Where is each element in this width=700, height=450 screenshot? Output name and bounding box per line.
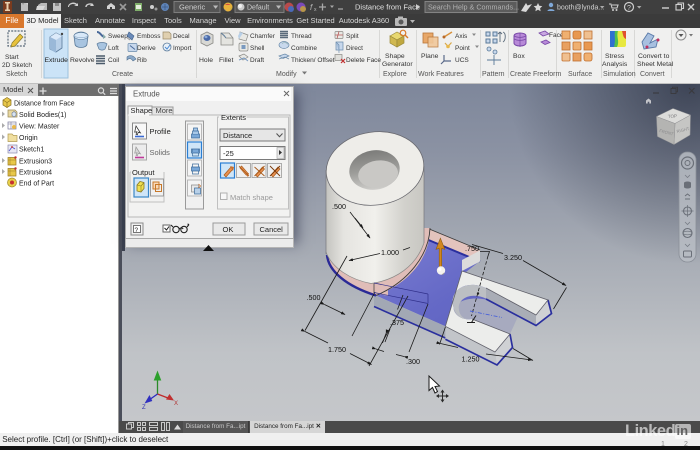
svg-text:More: More bbox=[156, 106, 173, 115]
svg-text:Extrusion3: Extrusion3 bbox=[19, 159, 52, 166]
svg-text:booth@lynda...: booth@lynda... bbox=[557, 5, 604, 12]
svg-text:Thicken/ Offset: Thicken/ Offset bbox=[291, 57, 335, 64]
svg-text:Chamfer: Chamfer bbox=[250, 33, 276, 40]
svg-text:-25: -25 bbox=[223, 149, 234, 158]
svg-text:Sketch: Sketch bbox=[6, 71, 28, 78]
svg-text:Shell: Shell bbox=[250, 45, 265, 52]
svg-text:.500: .500 bbox=[332, 202, 346, 211]
svg-text:Explore: Explore bbox=[383, 71, 407, 78]
svg-text:Create: Create bbox=[112, 71, 133, 78]
svg-text:3.250: 3.250 bbox=[504, 253, 522, 262]
svg-text:Derive: Derive bbox=[137, 45, 156, 52]
svg-text:View: Master: View: Master bbox=[19, 124, 60, 131]
svg-text:Start: Start bbox=[5, 54, 19, 61]
svg-text:Default: Default bbox=[247, 5, 269, 12]
svg-text:Import: Import bbox=[173, 45, 192, 52]
svg-text:Hole: Hole bbox=[199, 57, 213, 64]
svg-text:Loft: Loft bbox=[108, 45, 119, 52]
svg-text:Point: Point bbox=[455, 45, 470, 52]
svg-text:Coil: Coil bbox=[108, 57, 120, 64]
svg-text:Match shape: Match shape bbox=[230, 193, 273, 202]
svg-text:Solid Bodies(1): Solid Bodies(1) bbox=[19, 112, 66, 119]
svg-text:Z: Z bbox=[142, 405, 146, 411]
svg-text:Shape: Shape bbox=[385, 53, 405, 60]
svg-text:Axis: Axis bbox=[455, 33, 468, 40]
svg-text:End of Part: End of Part bbox=[19, 181, 54, 188]
svg-text:Extrude: Extrude bbox=[133, 90, 160, 99]
svg-text:Draft: Draft bbox=[250, 57, 264, 64]
svg-text:Emboss: Emboss bbox=[137, 33, 161, 40]
svg-text:Search Help & Commands...: Search Help & Commands... bbox=[428, 3, 519, 12]
svg-text:Delete Face: Delete Face bbox=[346, 57, 381, 64]
svg-text:Shape: Shape bbox=[131, 106, 153, 115]
svg-text:Distance from Face: Distance from Face bbox=[355, 3, 420, 12]
svg-text:1.250: 1.250 bbox=[462, 355, 480, 364]
svg-text:Extrude: Extrude bbox=[45, 57, 69, 64]
svg-text:Extents: Extents bbox=[221, 113, 246, 122]
svg-text:Stress: Stress bbox=[605, 53, 625, 60]
svg-text:Decal: Decal bbox=[173, 33, 190, 40]
svg-text:Fillet: Fillet bbox=[219, 57, 233, 64]
svg-text:Work Features: Work Features bbox=[418, 71, 464, 78]
svg-text:Sweep: Sweep bbox=[108, 33, 128, 40]
svg-text:Sheet Metal: Sheet Metal bbox=[637, 61, 674, 68]
svg-text:Generic: Generic bbox=[179, 3, 206, 12]
svg-text:.300: .300 bbox=[406, 357, 420, 366]
svg-text:Plane: Plane bbox=[421, 53, 439, 60]
svg-text:Solids: Solids bbox=[150, 148, 171, 157]
svg-text:.375: .375 bbox=[390, 318, 404, 327]
svg-text:Thread: Thread bbox=[291, 33, 312, 40]
svg-text:X: X bbox=[174, 401, 178, 407]
svg-text:Distance: Distance bbox=[223, 131, 252, 140]
svg-text:.500: .500 bbox=[307, 293, 321, 302]
svg-text:?: ? bbox=[627, 5, 631, 12]
svg-text:Output: Output bbox=[132, 168, 155, 177]
svg-text:Rib: Rib bbox=[137, 57, 147, 64]
svg-text:Revolve: Revolve bbox=[70, 57, 95, 64]
svg-text:Box: Box bbox=[513, 53, 525, 60]
svg-text:f: f bbox=[310, 3, 313, 12]
svg-text:Profile: Profile bbox=[150, 127, 171, 136]
svg-text:Direct: Direct bbox=[346, 45, 363, 52]
svg-text:Generator: Generator bbox=[382, 61, 413, 68]
svg-text:Surface: Surface bbox=[568, 71, 592, 78]
svg-text:1.750: 1.750 bbox=[328, 345, 346, 354]
svg-text:Pattern: Pattern bbox=[482, 71, 505, 78]
svg-text:Simulation: Simulation bbox=[603, 71, 636, 78]
svg-text:TOP: TOP bbox=[668, 113, 677, 119]
svg-text:?: ? bbox=[135, 227, 139, 234]
svg-text:Modify: Modify bbox=[276, 71, 297, 78]
svg-text:1.000: 1.000 bbox=[381, 248, 399, 257]
svg-text:OK: OK bbox=[223, 225, 234, 234]
svg-text:Convert: Convert bbox=[640, 71, 665, 78]
svg-text:Combine: Combine bbox=[291, 45, 317, 52]
svg-text:Split: Split bbox=[346, 33, 359, 40]
svg-text:2D Sketch: 2D Sketch bbox=[2, 62, 32, 69]
svg-text:Origin: Origin bbox=[19, 135, 38, 142]
svg-text:Cancel: Cancel bbox=[260, 225, 284, 234]
svg-text:Sketch1: Sketch1 bbox=[19, 147, 44, 154]
svg-text:Convert to: Convert to bbox=[638, 53, 670, 60]
svg-text:Distance from Face: Distance from Face bbox=[14, 101, 75, 108]
svg-text:Extrusion4: Extrusion4 bbox=[19, 170, 52, 177]
svg-text:.750: .750 bbox=[465, 244, 479, 253]
svg-text:UCS: UCS bbox=[455, 57, 469, 64]
svg-text:Analysis: Analysis bbox=[602, 61, 628, 68]
svg-text:Create Freeform: Create Freeform bbox=[510, 71, 562, 78]
svg-text:x: x bbox=[314, 7, 317, 13]
